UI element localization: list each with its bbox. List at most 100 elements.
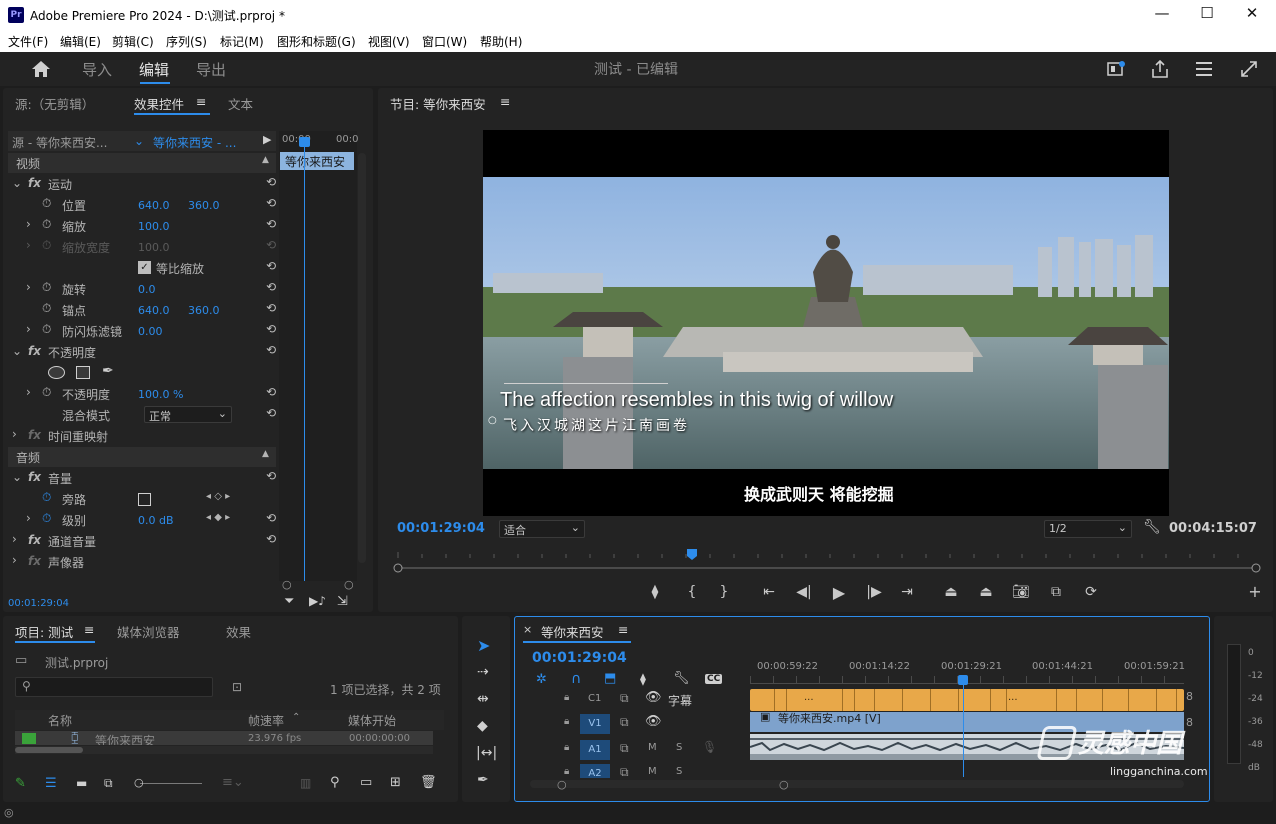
step-back-icon[interactable]: ◀| <box>793 584 815 600</box>
col-media-start[interactable]: 媒体开始 <box>348 712 396 729</box>
trash-icon[interactable]: 🗑︎ <box>420 775 437 790</box>
mark-out-icon[interactable]: } <box>715 584 733 600</box>
timeline-playhead[interactable] <box>958 675 968 685</box>
collapse-icon[interactable]: ▲ <box>262 155 269 165</box>
timeline-h-scrollbar[interactable] <box>530 780 1184 788</box>
menu-window[interactable]: 窗口(W) <box>422 33 467 50</box>
play-icon[interactable]: ▶ <box>263 133 271 146</box>
chevron-down-icon[interactable]: ⌄ <box>12 344 22 358</box>
ellipse-mask-icon[interactable] <box>48 366 65 379</box>
sort-menu-icon[interactable]: ≡⌄ <box>222 775 244 790</box>
reset-icon[interactable]: ⟲ <box>266 343 276 357</box>
timeline-timecode[interactable]: 00:01:29:04 <box>532 650 627 666</box>
tab-import[interactable]: 导入 <box>82 59 112 80</box>
proxy-toggle-icon[interactable]: ⟳ <box>1080 584 1102 600</box>
sync-lock-icon[interactable]: ⧉ <box>620 715 629 730</box>
effect-timecode[interactable]: 00:01:29:04 <box>8 598 69 609</box>
tab-text[interactable]: 文本 <box>228 94 253 113</box>
compare-view-icon[interactable]: ⧉ <box>1045 584 1067 600</box>
zoom-handle-right[interactable]: ○ <box>344 578 354 591</box>
lock-icon[interactable]: 🔒︎ <box>564 742 569 753</box>
freeform-view-icon[interactable]: ⧉ <box>104 776 113 791</box>
menu-graphics[interactable]: 图形和标题(G) <box>277 33 356 50</box>
anchor-y[interactable]: 360.0 <box>188 304 220 317</box>
tab-effect-controls[interactable]: 效果控件 <box>134 94 184 113</box>
fx-icon[interactable]: fx <box>28 344 41 358</box>
menu-file[interactable]: 文件(F) <box>8 33 48 50</box>
clip-selector[interactable]: 等你来西安 - ... <box>153 134 236 151</box>
track-id[interactable]: A2 <box>580 764 610 778</box>
tab-export[interactable]: 导出 <box>196 59 226 80</box>
chevron-right-icon[interactable]: › <box>12 427 17 441</box>
zoom-slider[interactable] <box>140 783 202 784</box>
share-icon[interactable] <box>1151 60 1169 78</box>
menu-view[interactable]: 视图(V) <box>368 33 410 50</box>
snap-icon[interactable]: ∩ <box>571 671 581 687</box>
reset-icon[interactable]: ⟲ <box>266 511 276 525</box>
reset-icon[interactable]: ⟲ <box>266 469 276 483</box>
tab-edit[interactable]: 编辑 <box>139 59 169 80</box>
fx-icon[interactable]: fx <box>28 533 41 547</box>
keyframe-nav-icon[interactable]: ◂ ◆ ▸ <box>206 512 230 523</box>
col-name[interactable]: 名称 <box>48 712 72 729</box>
sync-lock-icon[interactable]: ⧉ <box>620 765 629 778</box>
go-to-in-icon[interactable]: ⇤ <box>758 584 780 600</box>
chevron-right-icon[interactable]: › <box>12 532 17 546</box>
caption-track-clips[interactable]: ... ... <box>750 689 1184 711</box>
label-color-swatch[interactable] <box>22 733 36 744</box>
chevron-right-icon[interactable]: › <box>12 553 17 567</box>
stopwatch-icon[interactable]: ⏱ <box>42 322 51 337</box>
uniform-scale-checkbox[interactable]: ✓ <box>138 261 151 274</box>
sort-icon[interactable]: ⌃ <box>292 712 300 723</box>
solo-button[interactable]: S <box>676 766 682 777</box>
menu-help[interactable]: 帮助(H) <box>480 33 522 50</box>
chevron-down-icon[interactable]: ⌄ <box>12 470 22 484</box>
lock-icon[interactable]: 🔒︎ <box>564 692 569 703</box>
reset-icon[interactable]: ⟲ <box>266 406 276 420</box>
menu-clip[interactable]: 剪辑(C) <box>112 33 154 50</box>
lift-icon[interactable]: ⏏ <box>940 584 962 600</box>
reset-icon[interactable]: ⟲ <box>266 175 276 189</box>
menu-icon[interactable]: ≡ <box>500 94 510 109</box>
keyframe-nav-icon[interactable]: ◂ ◇ ▸ <box>206 491 230 502</box>
rectangle-mask-icon[interactable] <box>76 366 90 379</box>
pencil-icon[interactable]: ✎ <box>15 776 26 791</box>
reset-icon[interactable]: ⟲ <box>266 301 276 315</box>
program-timecode[interactable]: 00:01:29:04 <box>397 521 485 536</box>
status-icon[interactable]: ◎ <box>4 806 14 819</box>
go-to-out-icon[interactable]: ⇥ <box>896 584 918 600</box>
reset-icon[interactable]: ⟲ <box>266 217 276 231</box>
workspaces-icon[interactable] <box>1195 61 1213 77</box>
minimize-button[interactable]: — <box>1142 4 1182 22</box>
bypass-checkbox[interactable] <box>138 493 151 506</box>
collapse-icon[interactable]: ▲ <box>262 449 269 459</box>
add-marker-icon[interactable]: ⧫ <box>640 672 646 686</box>
play-audio-icon[interactable]: ▶♪ <box>309 594 326 608</box>
find-icon[interactable]: ⊡ <box>232 680 242 694</box>
zoom-handle-left[interactable]: ○ <box>282 578 292 591</box>
fit-select[interactable]: 适合 ⌄ <box>499 520 585 538</box>
chevron-right-icon[interactable]: › <box>26 322 31 336</box>
table-row[interactable]: ⧮ 等你来西安 23.976 fps 00:00:00:00 <box>15 731 433 745</box>
position-x[interactable]: 640.0 <box>138 199 170 212</box>
stopwatch-icon[interactable]: ⏱ <box>42 490 51 505</box>
menu-sequence[interactable]: 序列(S) <box>166 33 207 50</box>
export-frame-icon[interactable]: ⇲ <box>337 594 348 609</box>
reset-icon[interactable]: ⟲ <box>266 532 276 546</box>
track-id[interactable]: A1 <box>580 740 610 760</box>
effect-scrollbar[interactable] <box>358 153 366 563</box>
stopwatch-icon[interactable]: ⏱ <box>42 385 51 400</box>
lock-icon[interactable]: 🔒︎ <box>564 716 569 727</box>
level-value[interactable]: 0.0 dB <box>138 514 174 527</box>
chevron-down-icon[interactable]: ⌄ <box>134 134 144 148</box>
menu-edit[interactable]: 编辑(E) <box>60 33 101 50</box>
eye-icon[interactable]: 👁︎ <box>645 690 662 705</box>
tab-effects[interactable]: 效果 <box>226 622 251 641</box>
col-frame-rate[interactable]: 帧速率 <box>248 712 284 729</box>
ripple-edit-icon[interactable]: ⇹ <box>477 691 489 707</box>
anchor-x[interactable]: 640.0 <box>138 304 170 317</box>
tab-project[interactable]: 项目: 测试 <box>15 622 73 641</box>
extract-icon[interactable]: ⏏ <box>975 584 997 600</box>
tab-media-browser[interactable]: 媒体浏览器 <box>117 622 180 641</box>
position-y[interactable]: 360.0 <box>188 199 220 212</box>
